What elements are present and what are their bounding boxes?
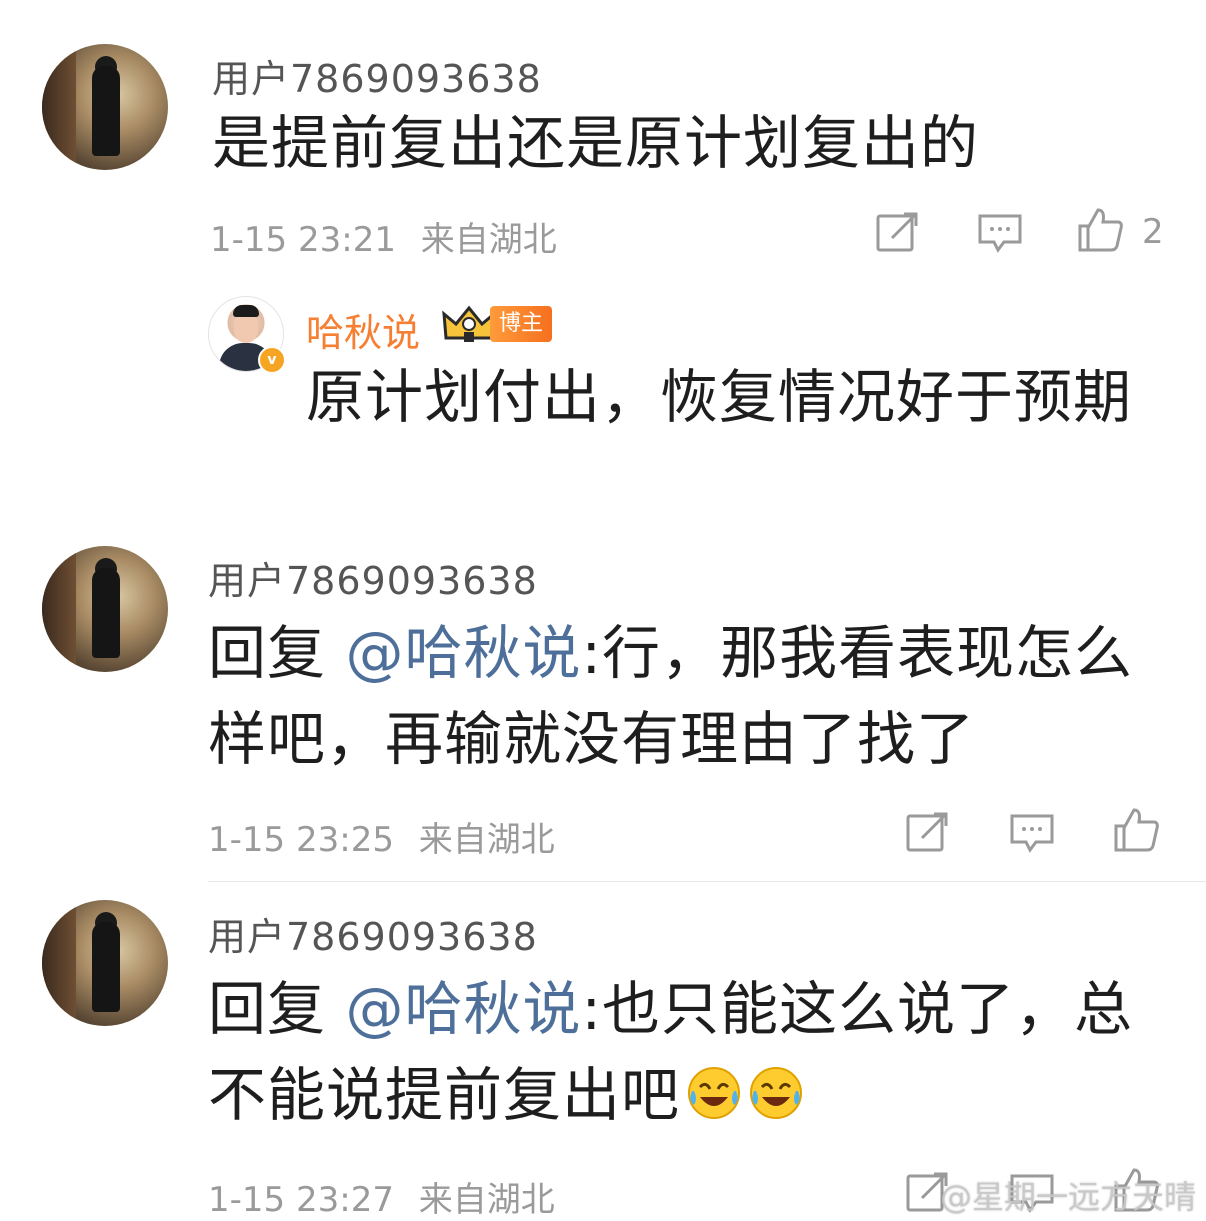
comment-text: 回复 @哈秋说:行，那我看表现怎么样吧，再输就没有理由了找了: [208, 610, 1168, 782]
timestamp: 1-15 23:25: [208, 820, 394, 860]
username[interactable]: 用户7869093638: [208, 550, 538, 605]
location: 来自湖北: [418, 1180, 555, 1220]
comment-text: 回复 @哈秋说:也只能这么说了，总不能说提前复出吧: [208, 966, 1168, 1138]
reply-prefix: 回复: [208, 619, 346, 687]
comment-icon[interactable]: [1008, 808, 1056, 856]
username[interactable]: 用户7869093638: [208, 906, 538, 961]
blogger-badge: 博主: [490, 306, 553, 342]
laughing-crying-emoji: [750, 1067, 803, 1119]
reply-prefix: 回复: [208, 975, 346, 1043]
username[interactable]: 用户7869093638: [212, 48, 542, 103]
like-count: 2: [1142, 212, 1164, 252]
thumbs-up-icon[interactable]: [1076, 206, 1124, 254]
watermark: @星期一远方天晴: [939, 1178, 1196, 1216]
comment-meta: 1-15 23:21 来自湖北: [210, 212, 557, 261]
reply-text: 原计划付出，恢复情况好于预期: [306, 363, 1133, 431]
share-icon[interactable]: [874, 208, 922, 256]
user-avatar[interactable]: [42, 546, 168, 672]
location: 来自湖北: [420, 220, 557, 260]
mention-link[interactable]: @哈秋说: [345, 619, 581, 687]
verified-v-icon: v: [258, 346, 286, 374]
user-avatar[interactable]: [42, 900, 168, 1026]
comment-meta: 1-15 23:25 来自湖北: [208, 812, 555, 861]
share-icon[interactable]: [904, 808, 952, 856]
comment-icon[interactable]: [976, 208, 1024, 256]
timestamp: 1-15 23:27: [208, 1180, 394, 1220]
location: 来自湖北: [418, 820, 555, 860]
thumbs-up-icon[interactable]: [1112, 806, 1160, 854]
mention-link[interactable]: @哈秋说: [345, 975, 581, 1043]
comment-meta: 1-15 23:27 来自湖北: [208, 1172, 555, 1221]
crown-icon: [442, 305, 496, 342]
divider: [208, 881, 1206, 882]
timestamp: 1-15 23:21: [210, 220, 396, 260]
user-avatar[interactable]: [42, 44, 168, 170]
blogger-name[interactable]: 哈秋说: [306, 302, 420, 357]
comment-text: 是提前复出还是原计划复出的: [212, 109, 980, 177]
laughing-crying-emoji: [688, 1067, 741, 1119]
